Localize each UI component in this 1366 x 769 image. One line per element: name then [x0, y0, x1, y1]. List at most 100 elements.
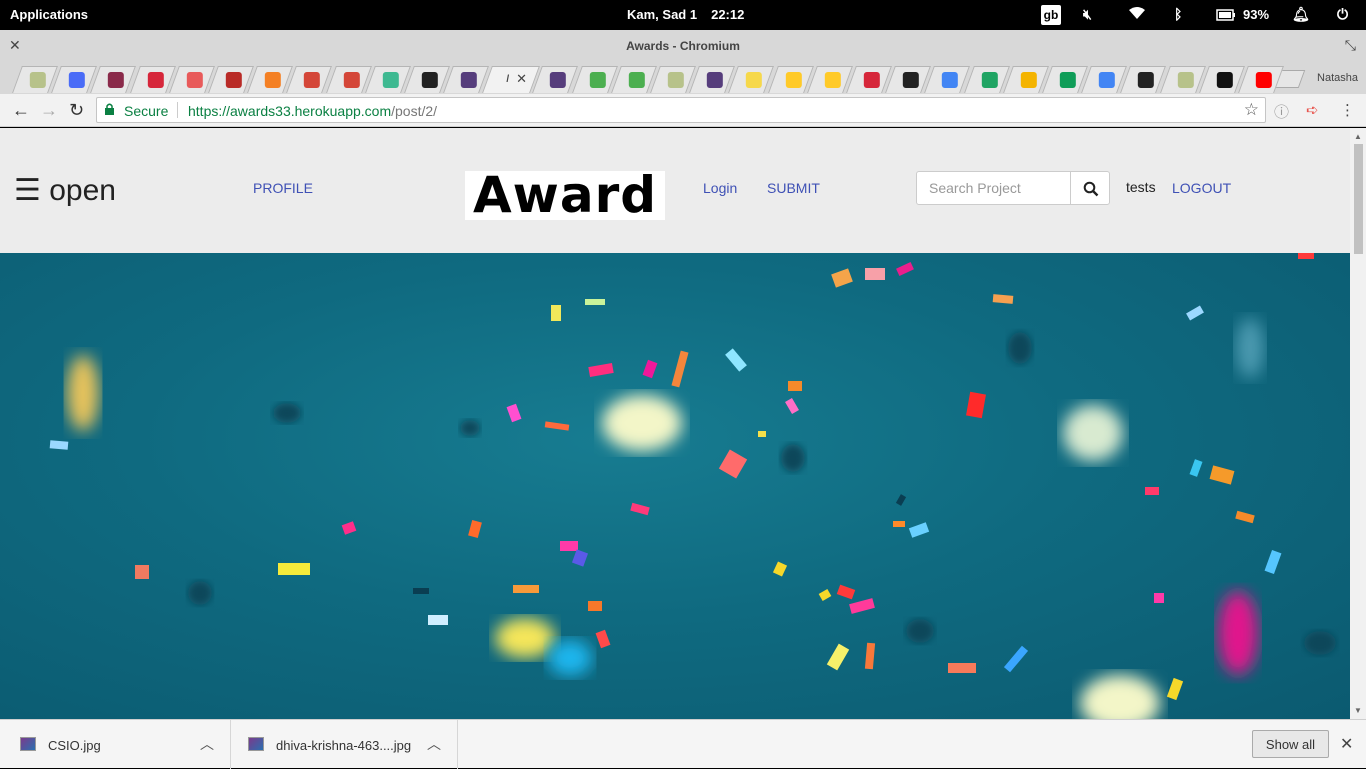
search-input[interactable]: [916, 171, 1071, 205]
submit-link[interactable]: SUBMIT: [767, 180, 820, 196]
browser-tab[interactable]: [286, 66, 333, 93]
volume-muted-icon[interactable]: 🔇︎: [1083, 6, 1092, 23]
slides-icon: [1020, 72, 1037, 88]
login-link[interactable]: Login: [703, 180, 737, 196]
tree-icon: [1177, 72, 1194, 88]
logout-link[interactable]: LOGOUT: [1172, 180, 1231, 196]
window-titlebar: ✕ Awards - Chromium ⤡: [0, 30, 1366, 62]
slack-icon: [382, 72, 399, 88]
browser-tab[interactable]: [1198, 66, 1245, 93]
wifi-icon[interactable]: [1128, 6, 1146, 23]
browser-tab[interactable]: [846, 66, 892, 93]
profile-name[interactable]: Natasha: [1317, 72, 1358, 84]
url-text[interactable]: https://awards33.herokuapp.com/post/2/: [188, 103, 437, 119]
show-all-downloads-button[interactable]: Show all: [1252, 730, 1329, 758]
scrollbar-thumb[interactable]: [1354, 144, 1363, 254]
profile-link[interactable]: PROFILE: [253, 180, 313, 196]
hero-confetti-image: [0, 253, 1350, 719]
browser-tab[interactable]: [963, 66, 1010, 93]
download-filename: CSIO.jpg: [48, 738, 101, 753]
bluetooth-icon[interactable]: ᛒ: [1174, 6, 1182, 22]
username-label: tests: [1126, 179, 1156, 195]
gmail-icon: [304, 72, 321, 88]
browser-tab[interactable]: [168, 66, 215, 93]
google-drive-icon: [981, 72, 998, 88]
image-file-icon: [248, 737, 264, 751]
browser-tab[interactable]: [208, 66, 254, 93]
scroll-up-icon[interactable]: ▲: [1354, 132, 1362, 141]
address-bar[interactable]: Secure https://awards33.herokuapp.com/po…: [96, 97, 1266, 123]
browser-tab[interactable]: [571, 66, 618, 93]
secure-label: Secure: [124, 103, 169, 119]
page-scrollbar[interactable]: ▲ ▼: [1350, 128, 1366, 719]
back-arrow-icon[interactable]: ←: [12, 100, 30, 121]
os-top-bar: Applications Kam, Sad 1 22:12 gb 🔇︎ ᛒ 93%…: [0, 0, 1366, 30]
tab-awards[interactable]: / ✕: [482, 66, 541, 93]
scroll-down-icon[interactable]: ▼: [1354, 706, 1362, 715]
date-label: Kam, Sad 1: [627, 7, 698, 22]
browser-tab[interactable]: [1238, 66, 1284, 93]
browser-tab[interactable]: [728, 66, 775, 93]
browser-tab[interactable]: [532, 66, 579, 93]
clock[interactable]: Kam, Sad 1 22:12: [627, 7, 758, 22]
close-shelf-icon[interactable]: ✕: [1340, 734, 1353, 754]
extension-icon[interactable]: ⓘ: [1274, 101, 1289, 122]
browser-tab[interactable]: [1042, 66, 1088, 93]
browser-tab[interactable]: [129, 66, 176, 93]
browser-tab[interactable]: [90, 66, 137, 93]
tree-icon: [29, 72, 46, 88]
power-icon[interactable]: ⏻: [1337, 6, 1348, 23]
forward-arrow-icon[interactable]: →: [40, 100, 58, 121]
browser-tab[interactable]: [12, 66, 58, 93]
browser-tab[interactable]: [650, 66, 696, 93]
tab-close-icon[interactable]: ✕: [517, 71, 528, 87]
award-logo[interactable]: Award: [465, 170, 665, 220]
search-button[interactable]: [1070, 171, 1110, 205]
angular-icon: [147, 72, 164, 88]
browser-tab[interactable]: [404, 66, 450, 93]
browser-tab[interactable]: [1002, 66, 1049, 93]
google-icon: [1099, 72, 1116, 88]
python-icon: [746, 72, 763, 88]
url-host: https://awards33.herokuapp.com: [188, 103, 392, 119]
notification-bell-icon[interactable]: 🔔︎: [1292, 6, 1310, 23]
github-icon: [421, 72, 438, 88]
search-icon: [1083, 181, 1099, 197]
chevron-up-icon[interactable]: ︿: [427, 734, 441, 754]
browser-tab[interactable]: [767, 66, 814, 93]
youtube-icon: [1255, 72, 1272, 88]
lock-icon: [105, 103, 114, 115]
chrome-menu-icon[interactable]: ⋮: [1340, 101, 1355, 119]
chevron-up-icon[interactable]: ︿: [200, 734, 214, 754]
browser-tab[interactable]: [364, 66, 411, 93]
battery-icon[interactable]: [1216, 8, 1236, 24]
browser-tab[interactable]: [1159, 66, 1206, 93]
bookmark-star-icon[interactable]: ☆: [1244, 100, 1259, 120]
page-viewport: ☰ open PROFILE Award Login SUBMIT tests …: [0, 128, 1350, 719]
hash-icon: [108, 72, 125, 88]
firebase-icon: [785, 72, 802, 88]
image-file-icon: [20, 737, 36, 751]
sidenav-open-button[interactable]: ☰ open: [14, 173, 116, 208]
reload-icon[interactable]: ↻: [69, 100, 84, 121]
w3-icon: [589, 72, 606, 88]
angular-icon: [863, 72, 880, 88]
bootstrap-icon: [550, 72, 567, 88]
extension-arrow-icon[interactable]: ➪: [1306, 101, 1319, 119]
tree-icon: [667, 72, 684, 88]
sheets-icon: [1059, 72, 1076, 88]
browser-tab[interactable]: [924, 66, 971, 93]
browser-tab[interactable]: [610, 66, 657, 93]
browser-tab[interactable]: [1120, 66, 1167, 93]
browser-tab[interactable]: [325, 66, 372, 93]
awards-tab: /: [506, 74, 510, 85]
download-item[interactable]: dhiva-krishna-463....jpg ︿: [231, 720, 458, 769]
keyboard-layout-indicator[interactable]: gb: [1041, 5, 1061, 25]
camera-icon: [1138, 72, 1155, 88]
downloads-shelf: CSIO.jpg ︿ dhiva-krishna-463....jpg ︿ Sh…: [0, 719, 1366, 769]
browser-tab[interactable]: [806, 66, 853, 93]
applications-menu[interactable]: Applications: [10, 7, 88, 22]
download-item[interactable]: CSIO.jpg ︿: [0, 720, 231, 769]
window-maximize-icon[interactable]: ⤡: [1345, 37, 1356, 54]
window-title: Awards - Chromium: [626, 39, 740, 53]
